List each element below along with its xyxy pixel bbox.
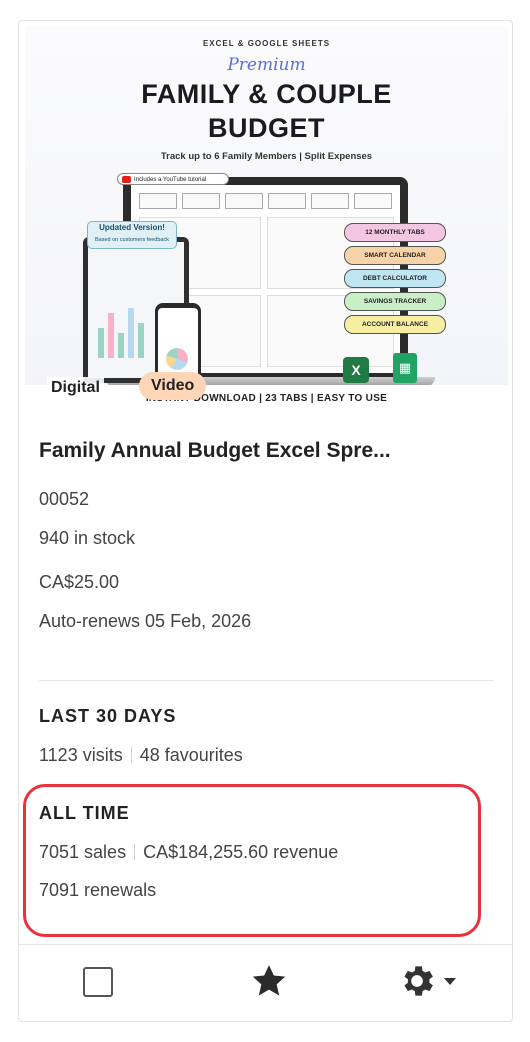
star-icon-svg bbox=[252, 965, 286, 996]
stat-separator bbox=[130, 747, 132, 763]
all-time-heading: ALL TIME bbox=[39, 803, 130, 823]
video-badge: Video bbox=[139, 372, 207, 400]
listing-stock: 940 in stock bbox=[39, 528, 136, 548]
thumb-script-text: Premium bbox=[227, 55, 306, 75]
listing-sku: 00052 bbox=[39, 489, 90, 509]
section-divider bbox=[39, 680, 494, 681]
sales-count: 7051 sales bbox=[39, 842, 127, 862]
renewals-count: 7091 renewals bbox=[39, 880, 157, 900]
feature-pill: SMART CALENDAR bbox=[344, 246, 446, 265]
select-checkbox[interactable] bbox=[83, 967, 113, 997]
digital-label: Digital bbox=[47, 377, 104, 399]
thumb-top-text: EXCEL & GOOGLE SHEETS bbox=[202, 39, 331, 48]
thumb-title-line1: FAMILY & COUPLE bbox=[141, 79, 392, 109]
updated-version-badge: Updated Version! Based on customers feed… bbox=[87, 221, 177, 249]
excel-icon: X bbox=[343, 357, 369, 383]
thumb-subtitle: Track up to 6 Family Members | Split Exp… bbox=[160, 151, 373, 162]
visits-count: 1123 visits bbox=[39, 745, 123, 765]
feature-pill: SAVINGS TRACKER bbox=[344, 292, 446, 311]
updated-subtitle: Based on customers feedback bbox=[95, 237, 169, 243]
listing-price: CA$25.00 bbox=[39, 572, 120, 592]
card-footer bbox=[19, 944, 512, 1021]
feature-pill: ACCOUNT BALANCE bbox=[344, 315, 446, 334]
revenue-amount: CA$184,255.60 revenue bbox=[143, 842, 339, 862]
feature-pill: 12 MONTHLY TABS bbox=[344, 223, 446, 242]
last-30-days-stats: 1123 visits 48 favourites bbox=[39, 745, 243, 766]
youtube-badge: Includes a YouTube tutorial bbox=[117, 173, 229, 185]
thumb-title-line2: BUDGET bbox=[208, 113, 325, 143]
gear-icon bbox=[404, 966, 433, 996]
last-30-days-heading: LAST 30 DAYS bbox=[39, 706, 177, 726]
feature-pill: DEBT CALCULATOR bbox=[344, 269, 446, 288]
listing-title[interactable]: Family Annual Budget Excel Spre... bbox=[39, 439, 495, 463]
listing-card: EXCEL & GOOGLE SHEETS Premium FAMILY & C… bbox=[18, 20, 513, 1022]
settings-menu-button[interactable] bbox=[397, 961, 473, 1001]
updated-title: Updated Version! bbox=[99, 223, 165, 232]
all-time-stats: 7051 sales CA$184,255.60 revenue bbox=[39, 842, 338, 863]
caret-down-icon bbox=[444, 978, 456, 985]
phone-donut-chart bbox=[166, 348, 188, 370]
google-sheets-icon: ▦ bbox=[393, 353, 417, 383]
listing-renewal: Auto-renews 05 Feb, 2026 bbox=[39, 611, 252, 631]
listing-thumbnail[interactable]: EXCEL & GOOGLE SHEETS Premium FAMILY & C… bbox=[25, 27, 508, 413]
laptop-summary-boxes bbox=[139, 193, 392, 209]
star-icon[interactable] bbox=[249, 961, 289, 1001]
favourites-count: 48 favourites bbox=[139, 745, 243, 765]
stat-separator bbox=[134, 844, 136, 860]
